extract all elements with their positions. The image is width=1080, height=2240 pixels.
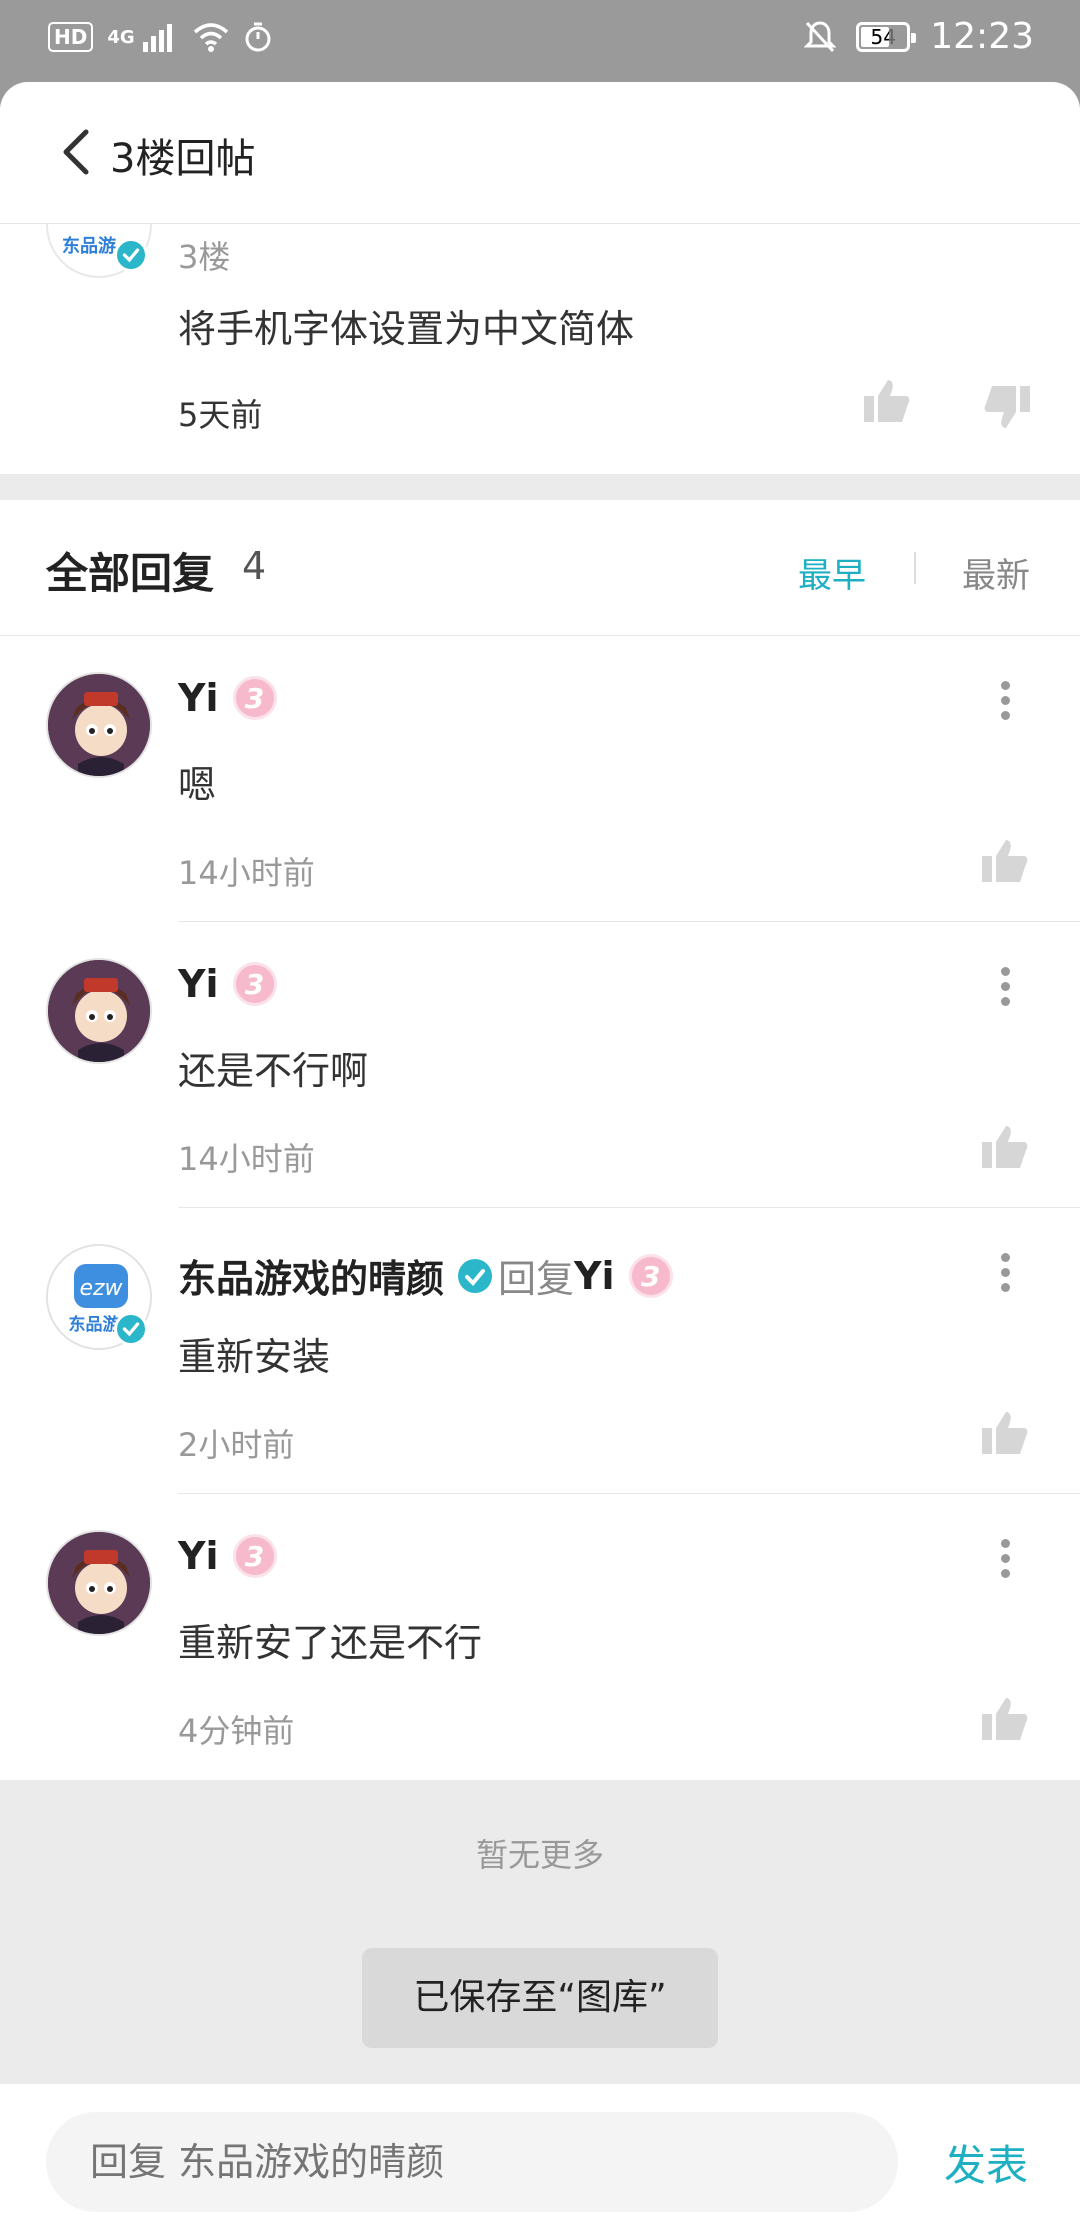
- verified-icon: [114, 238, 148, 272]
- floor-content: 将手机字体设置为中文简体: [178, 307, 635, 351]
- more-options-icon[interactable]: [990, 1534, 1020, 1590]
- more-options-icon[interactable]: [990, 962, 1020, 1018]
- reply-item: ezw 东品游 东品游戏的晴颜 回复 Yi 3 重新安装 2小时前: [0, 1208, 1080, 1494]
- status-left: HD 4G: [48, 22, 273, 52]
- battery-level: 54: [870, 24, 896, 49]
- level-badge-icon: 3: [628, 1253, 673, 1298]
- user-avatar[interactable]: [46, 1530, 152, 1636]
- reply-author: Yi 3: [178, 676, 277, 720]
- reply-list: Yi 3 嗯 14小时前 Yi 3 还是不行啊 14小时前 ezw 东品游 东品…: [0, 636, 1080, 1780]
- reply-time: 4分钟前: [178, 1712, 295, 1750]
- reply-author-name[interactable]: Yi: [178, 1534, 219, 1578]
- floor-label: 3楼: [178, 238, 231, 276]
- verified-icon: [458, 1258, 493, 1293]
- clock: 12:23: [930, 16, 1034, 57]
- top-header: 3楼回帖: [0, 82, 1080, 224]
- wifi-icon: [193, 23, 228, 52]
- reply-author-name[interactable]: Yi: [178, 962, 219, 1006]
- level-value: 3: [244, 1540, 265, 1573]
- reply-content: 还是不行啊: [178, 1049, 369, 1093]
- level-value: 3: [244, 968, 265, 1001]
- brand-text: 东品游: [69, 1314, 120, 1335]
- all-replies-header: 全部回复 4 最早 最新: [0, 500, 1080, 636]
- thumbs-down-icon[interactable]: [982, 382, 1032, 432]
- thumbs-up-icon[interactable]: [980, 1122, 1030, 1172]
- brand-logo-text: ezw: [79, 1276, 123, 1301]
- reply-item: Yi 3 还是不行啊 14小时前: [0, 922, 1080, 1208]
- user-avatar[interactable]: [46, 958, 152, 1064]
- reply-time: 2小时前: [178, 1426, 295, 1464]
- thumbs-up-icon[interactable]: [980, 1408, 1030, 1458]
- brand-text: 东品游: [62, 236, 116, 257]
- timer-icon: [245, 22, 271, 52]
- reply-item: Yi 3 嗯 14小时前: [0, 636, 1080, 922]
- signal-icon: [142, 24, 172, 52]
- thumbs-up-icon[interactable]: [980, 836, 1030, 886]
- reply-author: Yi 3: [178, 1534, 277, 1578]
- replies-title: 全部回复: [46, 549, 215, 598]
- status-bar: HD 4G 54 12:23: [0, 0, 1080, 82]
- reply-to-name[interactable]: Yi: [574, 1254, 615, 1298]
- sort-divider: [914, 552, 916, 584]
- floor-time: 5天前: [178, 396, 263, 434]
- sort-earliest-tab[interactable]: 最早: [798, 548, 866, 597]
- floor-post: 东品游 3楼 将手机字体设置为中文简体 5天前: [0, 172, 1080, 474]
- reply-author: Yi 3: [178, 962, 277, 1006]
- more-options-icon[interactable]: [990, 676, 1020, 732]
- reply-author-name[interactable]: Yi: [178, 676, 219, 720]
- more-options-icon[interactable]: [990, 1248, 1020, 1304]
- reply-item: Yi 3 重新安了还是不行 4分钟前: [0, 1494, 1080, 1780]
- replies-count: 4: [242, 544, 267, 588]
- level-badge-icon: 3: [232, 1534, 277, 1578]
- user-avatar[interactable]: [46, 672, 152, 778]
- reply-time: 14小时前: [178, 854, 315, 892]
- reply-input[interactable]: [46, 2112, 898, 2212]
- no-more-text: 暂无更多: [475, 1836, 604, 1874]
- back-arrow-icon[interactable]: [56, 124, 96, 180]
- saved-toast: 已保存至“图库”: [362, 1948, 718, 2048]
- sort-latest-tab[interactable]: 最新: [962, 548, 1030, 597]
- thumbs-up-icon[interactable]: [862, 376, 912, 426]
- level-value: 3: [244, 682, 265, 715]
- mute-notification-icon: [804, 20, 837, 52]
- reply-to-label: 回复: [498, 1257, 575, 1301]
- battery-icon: 54: [856, 21, 917, 52]
- level-value: 3: [640, 1259, 661, 1293]
- hd-indicator: HD: [48, 22, 94, 52]
- verified-icon: [114, 1312, 148, 1346]
- reply-input-bar: 发表: [0, 2084, 1080, 2240]
- post-sheet: 3楼回帖 东品游 3楼 将手机字体设置为中文简体 5天前 全部回复 4 最早 最…: [0, 82, 1080, 2240]
- reply-author: 东品游戏的晴颜 回复 Yi 3: [178, 1248, 673, 1303]
- reply-content: 嗯: [178, 763, 217, 807]
- level-badge-icon: 3: [232, 676, 277, 720]
- reply-time: 14小时前: [178, 1140, 315, 1178]
- status-right: 54 12:23: [804, 16, 1034, 57]
- page-title: 3楼回帖: [110, 136, 256, 182]
- thumbs-up-icon[interactable]: [980, 1694, 1030, 1744]
- send-button[interactable]: 发表: [944, 2132, 1028, 2193]
- network-type: 4G: [107, 26, 135, 48]
- reply-author-name[interactable]: 东品游戏的晴颜: [178, 1248, 444, 1303]
- reply-content: 重新安装: [178, 1335, 331, 1379]
- level-badge-icon: 3: [232, 962, 277, 1006]
- reply-content: 重新安了还是不行: [178, 1621, 483, 1665]
